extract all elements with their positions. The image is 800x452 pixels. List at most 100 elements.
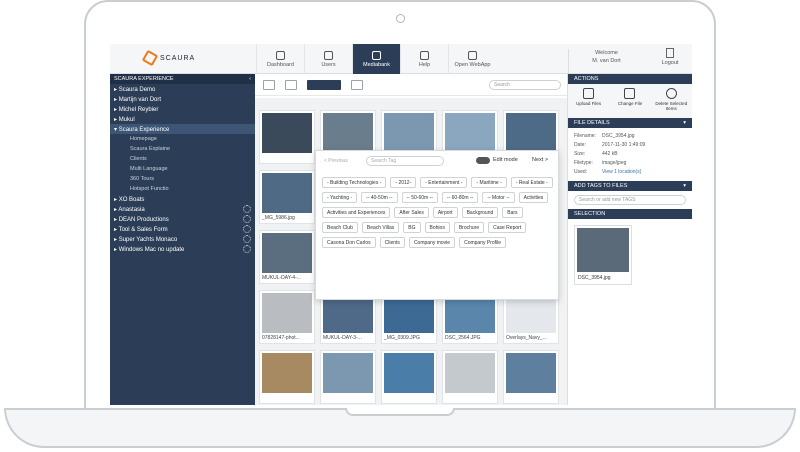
tag-chip[interactable]: Case Report (488, 222, 527, 233)
tag-icon[interactable] (307, 79, 341, 90)
tag-chip[interactable]: Company movie (408, 237, 456, 248)
detail-value: image/jpeg (602, 160, 627, 166)
actions-title: ACTIONS (574, 76, 599, 82)
media-tile[interactable] (503, 350, 559, 404)
gear-icon[interactable] (243, 225, 251, 233)
media-tile[interactable] (259, 110, 315, 164)
tag-chip[interactable]: Company Profile (459, 237, 507, 248)
tree-item[interactable]: Scaura Explaine (110, 144, 255, 154)
tree-item[interactable]: ▸ Anastasia (110, 204, 255, 214)
file-details-header[interactable]: FILE DETAILS ▾ (568, 118, 692, 128)
media-tile[interactable] (442, 350, 498, 404)
nav-mediabank[interactable]: Mediabank (352, 44, 400, 74)
gear-icon[interactable] (243, 245, 251, 253)
sort-icon[interactable] (263, 79, 275, 90)
nav-dashboard[interactable]: Dashboard (256, 44, 304, 74)
tag-chip[interactable]: - Yachting - (322, 192, 358, 203)
detail-key: Date: (574, 142, 586, 148)
next-link[interactable]: Next > (532, 157, 548, 163)
add-tag-input[interactable]: Search or add new TAGS (574, 195, 686, 205)
check-icon[interactable] (351, 79, 363, 90)
media-tile[interactable]: MUKUL-DAY-4-... (259, 230, 315, 284)
action-label: Delete Selected Items (655, 101, 688, 111)
tag-chip[interactable]: Bars (502, 207, 523, 218)
tag-chip[interactable]: After Sales (394, 207, 429, 218)
previous-link[interactable]: < Previous (324, 158, 348, 164)
tag-chip[interactable]: Casona Don Carlos (322, 237, 376, 248)
tag-chip[interactable]: -- 60-80m -- (441, 192, 479, 203)
media-tile[interactable] (381, 350, 437, 404)
tree-item-label: 360 Tours (130, 176, 155, 182)
tag-chip[interactable]: -- 40-50m -- (361, 192, 398, 203)
tag-chip[interactable]: - Maritime - (471, 177, 507, 188)
tree-item[interactable]: ▸ Super Yachts Monaco (110, 234, 255, 244)
tag-chip[interactable]: Airport (432, 207, 458, 218)
actions-bar: Upload Files Change File Delete Selected I… (568, 84, 692, 118)
media-tile[interactable]: _MG_5986.jpg (259, 170, 315, 224)
media-tile[interactable] (259, 350, 315, 404)
tree-item[interactable]: Homepage (110, 134, 255, 144)
tag-chip[interactable]: BG (403, 222, 421, 233)
nav-label: Users (321, 61, 336, 68)
logout-button[interactable]: Logout (650, 48, 690, 66)
tree-item[interactable]: Hotspot Functio (110, 184, 255, 194)
tree-item[interactable]: ▸ Tool & Sales Form (110, 224, 255, 234)
tag-chip[interactable]: Beach Club (322, 222, 358, 233)
edit-mode-label: Edit mode (493, 157, 518, 163)
collapse-icon[interactable]: ‹ (249, 76, 251, 82)
edit-mode-toggle[interactable] (476, 157, 490, 164)
tag-chip[interactable]: Brochure (453, 222, 485, 233)
tag-chip[interactable]: -- Motor -- (482, 192, 515, 203)
tree-item[interactable]: ▸ DEAN Productions (110, 214, 255, 224)
tree-item[interactable]: 360 Tours (110, 174, 255, 184)
tag-chip[interactable]: -- 50-60m -- (401, 192, 438, 203)
sidebar-title: SCAURA EXPERIENCE (114, 76, 174, 82)
detail-key: Size: (574, 151, 586, 157)
nav-open-webapp[interactable]: Open WebApp (448, 44, 496, 74)
tree-item[interactable]: ▸ Martijn van Dort (110, 94, 255, 104)
media-thumbnail (506, 353, 556, 393)
help-icon (420, 50, 429, 60)
tag-chip[interactable]: - Building Technologies - (322, 177, 387, 188)
media-search-input[interactable]: Search (489, 79, 561, 90)
tree-item[interactable]: Multi Language (110, 164, 255, 174)
camera-icon (396, 14, 405, 23)
media-thumbnail (262, 233, 312, 273)
detail-value[interactable]: View 1 location(s) (602, 168, 641, 177)
copy-icon[interactable] (285, 79, 297, 90)
tree-item[interactable]: ▸ Michel Reybier (110, 104, 255, 114)
nav-users[interactable]: Users (304, 44, 352, 74)
tag-chip[interactable]: Background (461, 207, 499, 218)
selected-file-tile[interactable]: DSC_3954.jpg (574, 225, 632, 285)
tree-item-label: ▸ Tool & Sales Form (114, 226, 168, 233)
top-bar: SCAURA Dashboard Users Mediabank Help Open W… (110, 44, 692, 74)
media-tile[interactable]: 07828147-phot... (259, 290, 315, 344)
tag-chip[interactable]: - 2012- (390, 177, 417, 188)
tree-item[interactable]: ▸ XO Boats (110, 194, 255, 204)
tag-chip[interactable]: Bohios (424, 222, 450, 233)
add-tags-header[interactable]: ADD TAGS TO FILES ▾ (568, 181, 692, 191)
tag-chip[interactable]: Activities and Experiences (322, 207, 391, 218)
edit-file-button[interactable]: Change File (613, 88, 647, 118)
tree-item[interactable]: ▸ Mukul (110, 114, 255, 124)
media-tile[interactable] (320, 350, 376, 404)
delete-button[interactable]: Delete Selected Items (654, 88, 688, 118)
gear-icon[interactable] (243, 205, 251, 213)
tag-chip[interactable]: Clients (379, 237, 405, 248)
logo[interactable]: SCAURA (141, 49, 195, 67)
tree-item[interactable]: ▸ Scaura Demo (110, 84, 255, 94)
tag-search-input[interactable]: Search Tag (366, 156, 444, 166)
upload-button[interactable]: Upload Files (572, 88, 606, 118)
nav-help[interactable]: Help (400, 44, 448, 74)
tag-chip[interactable]: - Real Estate - (510, 177, 553, 188)
tree-item[interactable]: ▾ Scaura Experience (110, 124, 255, 134)
gear-icon[interactable] (243, 235, 251, 243)
tree-item[interactable]: ▸ Windows Mac no update (110, 244, 255, 254)
tag-chip[interactable]: - Entertainment - (420, 177, 468, 188)
tag-chip[interactable]: Activities (518, 192, 549, 203)
tree-item[interactable]: Clients (110, 154, 255, 164)
media-file-name: DSC_2564.JPG (445, 335, 481, 341)
gear-icon[interactable] (243, 215, 251, 223)
file-details-title: FILE DETAILS (574, 120, 610, 126)
tag-chip[interactable]: Beach Villas (361, 222, 400, 233)
